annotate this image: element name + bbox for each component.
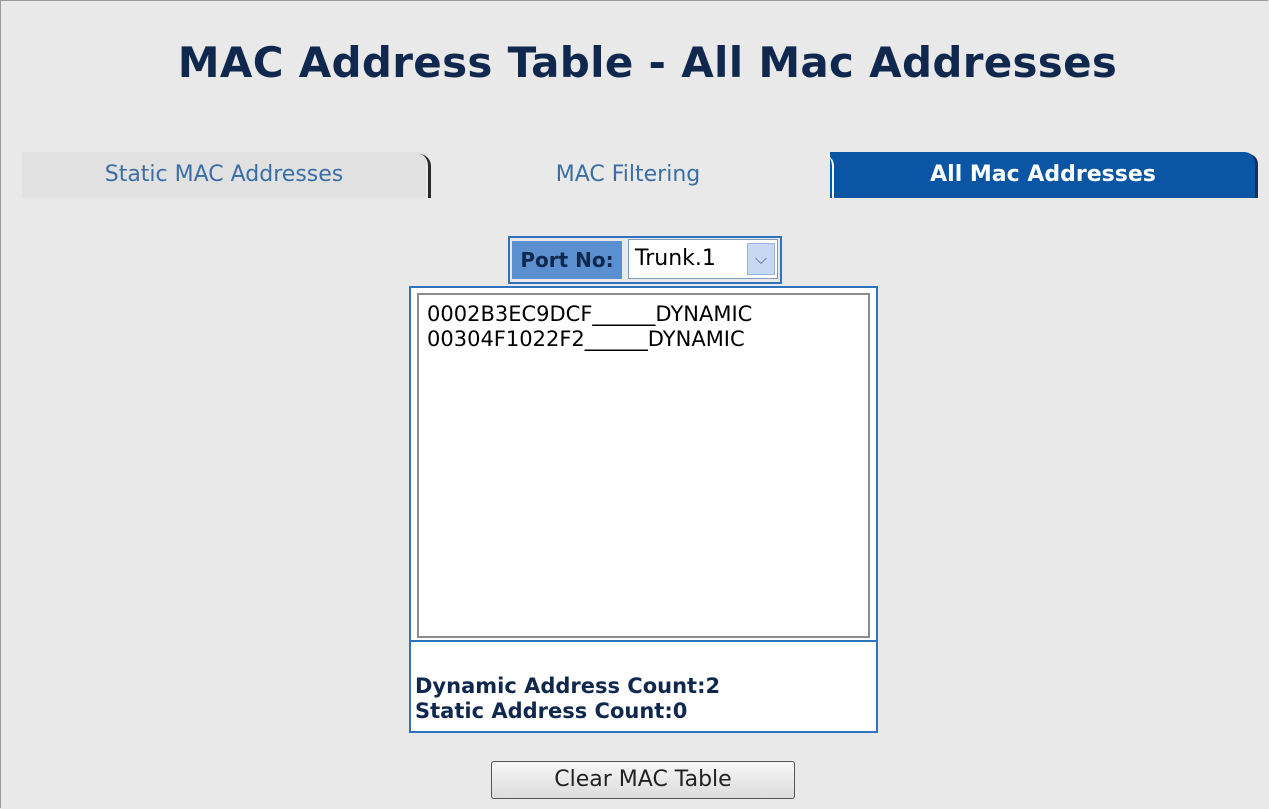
port-select[interactable]: Trunk.1 ⌵ (628, 239, 778, 279)
tab-mac-filtering[interactable]: MAC Filtering (426, 152, 830, 198)
tab-static-mac-addresses[interactable]: Static MAC Addresses (22, 152, 426, 198)
page-title: MAC Address Table - All Mac Addresses (177, 38, 1118, 87)
chevron-down-icon[interactable]: ⌵ (747, 243, 775, 275)
port-select-value: Trunk.1 (635, 246, 716, 271)
port-selector: Port No: Trunk.1 ⌵ (508, 236, 782, 284)
static-address-count: Static Address Count:0 (415, 699, 688, 723)
clear-mac-table-button[interactable]: Clear MAC Table (491, 761, 795, 799)
divider (411, 640, 876, 642)
dynamic-address-count: Dynamic Address Count:2 (415, 674, 721, 698)
list-item[interactable]: 0002B3EC9DCF______DYNAMIC (427, 302, 868, 327)
tab-divider (820, 154, 834, 198)
tab-all-mac-addresses[interactable]: All Mac Addresses (830, 152, 1256, 198)
mac-address-listbox[interactable]: 0002B3EC9DCF______DYNAMIC 00304F1022F2__… (417, 293, 870, 638)
port-label: Port No: (512, 241, 622, 279)
tab-divider (417, 154, 431, 198)
tab-bar: Static MAC Addresses MAC Filtering All M… (22, 152, 1258, 198)
tab-edge (1248, 154, 1258, 198)
address-panel: 0002B3EC9DCF______DYNAMIC 00304F1022F2__… (409, 286, 878, 733)
list-item[interactable]: 00304F1022F2______DYNAMIC (427, 327, 868, 352)
